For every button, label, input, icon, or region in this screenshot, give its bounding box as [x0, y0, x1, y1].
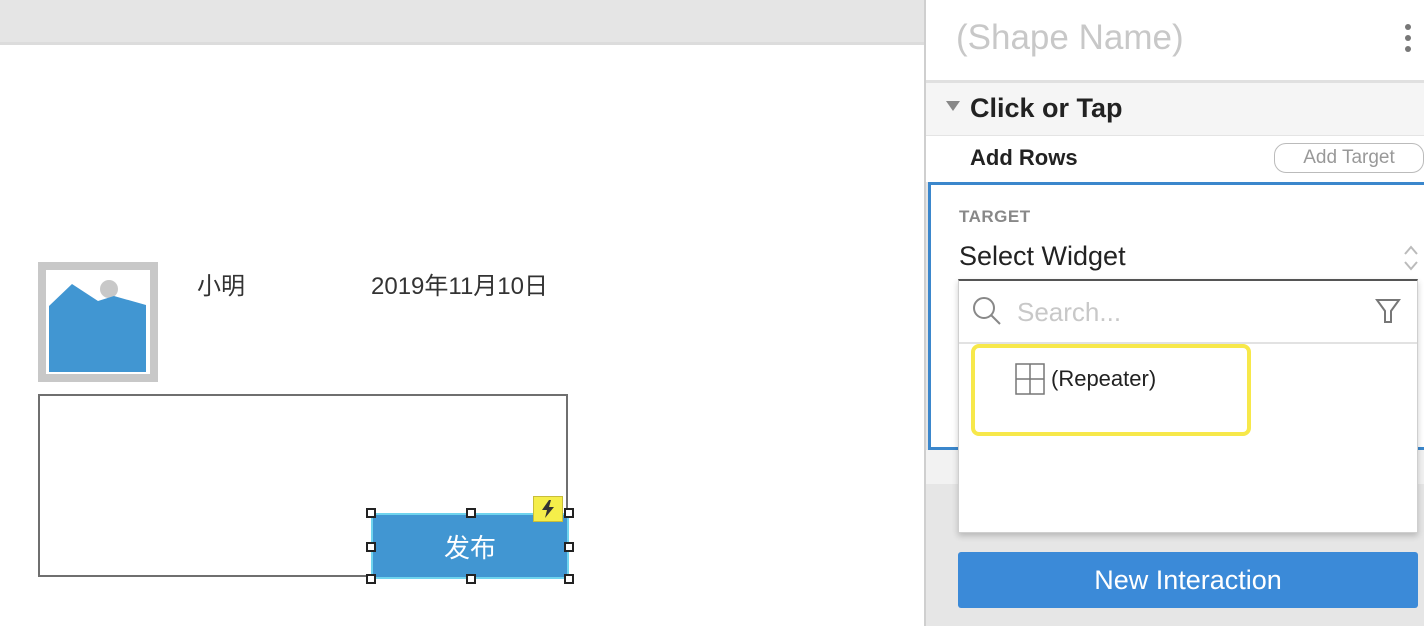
image-icon	[46, 270, 150, 374]
interactions-panel: (Shape Name) Click or Tap Add Rows Add T…	[924, 0, 1424, 626]
publish-button-label: 发布	[443, 532, 496, 563]
panel-header: (Shape Name)	[926, 0, 1424, 83]
resize-handle-bottom-left[interactable]	[366, 574, 376, 584]
resize-handle-top-right[interactable]	[564, 508, 574, 518]
resize-handle-bottom[interactable]	[466, 574, 476, 584]
resize-handle-top-left[interactable]	[366, 508, 376, 518]
select-widget-value: Select Widget	[959, 241, 1126, 271]
widget-picker-dropdown: (Repeater)	[958, 279, 1418, 533]
resize-handle-right[interactable]	[564, 542, 574, 552]
resize-handle-left[interactable]	[366, 542, 376, 552]
search-row	[959, 281, 1417, 344]
event-title: Click or Tap	[970, 93, 1123, 123]
kebab-menu-icon[interactable]	[1404, 24, 1412, 52]
user-name-text[interactable]: 小明	[197, 266, 245, 301]
search-input[interactable]	[1015, 293, 1359, 331]
interaction-badge[interactable]	[533, 496, 563, 522]
chevron-up-down-icon	[1404, 245, 1418, 271]
event-header-click-or-tap[interactable]: Click or Tap	[926, 83, 1424, 136]
canvas-top-bar	[0, 0, 924, 45]
publish-button[interactable]: 发布	[371, 513, 569, 579]
filter-icon[interactable]	[1375, 297, 1401, 325]
target-label: TARGET	[959, 207, 1031, 226]
design-canvas[interactable]: 小明 2019年11月10日 发布	[0, 0, 924, 626]
list-item-label: (Repeater)	[1051, 366, 1157, 391]
resize-handle-bottom-right[interactable]	[564, 574, 574, 584]
search-icon	[973, 297, 1001, 325]
repeater-grid-icon	[1015, 363, 1045, 395]
image-placeholder[interactable]	[38, 262, 158, 382]
action-label: Add Rows	[970, 145, 1078, 170]
select-widget-dropdown[interactable]: Select Widget	[959, 241, 1421, 277]
date-text[interactable]: 2019年11月10日	[371, 266, 548, 301]
action-row-add-rows[interactable]: Add Rows Add Target	[926, 136, 1424, 182]
resize-handle-top[interactable]	[466, 508, 476, 518]
shape-name-field[interactable]: (Shape Name)	[956, 18, 1184, 58]
lightning-icon	[542, 500, 554, 518]
add-target-button[interactable]: Add Target	[1274, 143, 1424, 173]
list-item-repeater[interactable]: (Repeater)	[1015, 361, 1156, 397]
triangle-down-icon[interactable]	[946, 101, 960, 111]
new-interaction-button[interactable]: New Interaction	[958, 552, 1418, 608]
